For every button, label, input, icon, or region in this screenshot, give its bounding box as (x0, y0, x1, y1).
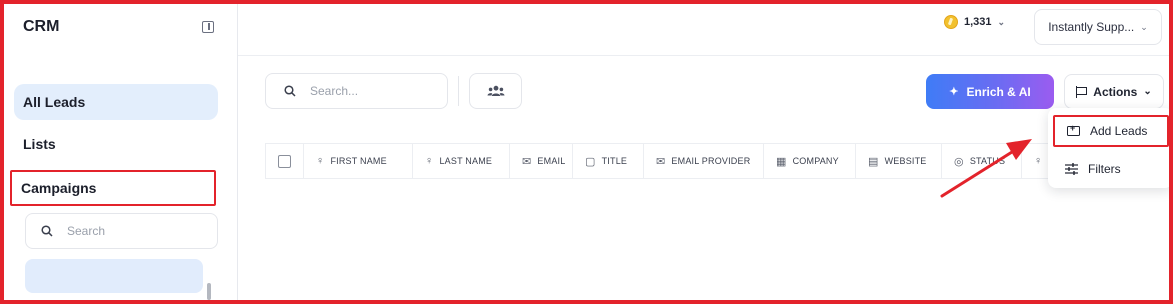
annotation-arrow (940, 139, 1032, 198)
